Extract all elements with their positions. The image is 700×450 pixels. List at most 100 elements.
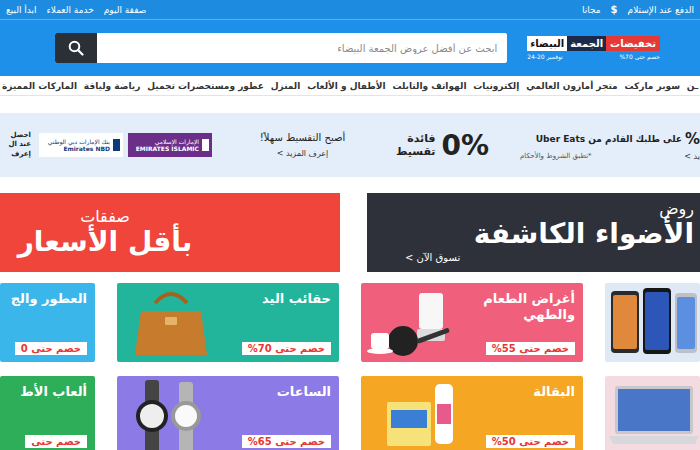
card-text: الساعاتخصم حتى 65% — [225, 376, 339, 450]
installment-more-link[interactable]: إعرف المزيد > — [277, 149, 329, 158]
bank-arabic: الإمارات الإسلامي — [136, 138, 199, 145]
uber-headline: %على طلبك القادم من Uber Eats — [500, 130, 700, 148]
dollar-icon: $ — [611, 4, 618, 15]
uber-subline: يد > *تطبق الشروط والأحكام — [500, 152, 700, 161]
bank-mark-icon — [202, 139, 209, 151]
nav-item[interactable]: إلكترونيات — [473, 81, 519, 91]
rate-word: فائدة — [396, 132, 436, 145]
logo[interactable]: تخفيضاتالجمعةالبيضاء خصم حتى 70% نوفمبر 20… — [527, 36, 660, 60]
grocery-icon — [361, 376, 469, 450]
watches-icon — [117, 376, 225, 450]
logo-word: الجمعة — [567, 36, 606, 51]
cut-promo-text: إعرف — [11, 150, 31, 159]
category-cards: أغراض الطعام والطهي خصم حتى 55% حقائب اليد… — [0, 283, 700, 450]
search-input[interactable] — [97, 33, 507, 63]
cut-promo-text: عند ال — [8, 140, 31, 149]
laptop-icon — [605, 376, 700, 450]
logo-word: البيضاء — [527, 36, 567, 51]
card-text: العطور والج خصم حتى 0 — [0, 283, 95, 362]
category-card[interactable] — [605, 283, 700, 362]
category-card[interactable]: ألعاب الأط خصم حتى — [0, 376, 95, 450]
hero-banner[interactable]: صفقاتبأقل الأسعار — [0, 193, 340, 272]
handbag-icon — [117, 283, 225, 362]
category-nav: ـن سوبر ماركت متجر أمازون العالمي إلكترونيا… — [0, 76, 700, 96]
card-picture — [117, 283, 225, 362]
nav-item[interactable]: سوبر ماركت — [625, 81, 681, 91]
bank-names: الإمارات الإسلاميEMIRATES ISLAMIC — [136, 138, 199, 152]
uber-text: على طلبك القادم من Uber Eats — [536, 134, 682, 144]
top-bar-info: الدفع عند الإستلام $ مجانا — [582, 4, 694, 15]
logo-words: تخفيضاتالجمعةالبيضاء — [527, 36, 660, 51]
nav-item[interactable]: ـن — [687, 81, 698, 91]
cut-promo-text: احصل — [10, 131, 31, 140]
logo-dates: نوفمبر 20-24 — [527, 53, 563, 60]
nav-item[interactable]: متجر أمازون العالمي — [526, 81, 618, 91]
logo-subline: خصم حتى 70% نوفمبر 20-24 — [527, 53, 660, 60]
discount-label: خصم حتى 55% — [486, 342, 575, 355]
card-picture — [605, 376, 700, 450]
card-title: الساعات — [277, 384, 331, 400]
logo-badge: تخفيضات — [606, 36, 660, 51]
nav-item[interactable]: الأطفال و الألعاب — [307, 81, 385, 91]
discount-label: خصم حتى 0 — [15, 342, 87, 355]
uber-percent: % — [685, 130, 700, 148]
card-picture — [605, 283, 700, 362]
card-picture — [117, 376, 225, 450]
hero-banner[interactable]: روضالأضواء الكاشفة تسوق الآن > — [367, 193, 700, 272]
promo-strip: %على طلبك القادم من Uber Eatsيد >*تطبق ا… — [0, 113, 700, 177]
logo-discount: خصم حتى 70% — [619, 53, 660, 60]
top-link[interactable]: خدمة العملاء — [47, 5, 94, 15]
banner-title: الأضواء الكاشفة — [405, 218, 694, 250]
card-title: ألعاب الأط — [20, 384, 87, 400]
banner-kicker: روض — [405, 199, 694, 218]
nav-item[interactable]: الماركات المميزة — [2, 81, 77, 91]
uber-promo[interactable]: %على طلبك القادم من Uber Eatsيد >*تطبق ا… — [500, 130, 700, 161]
search-bar — [55, 33, 507, 63]
installment-title: أصبح التقسيط سهلاً! — [260, 132, 345, 143]
category-card[interactable]: حقائب اليد خصم حتى 70% — [117, 283, 339, 362]
category-card[interactable] — [605, 376, 700, 450]
installment-info: أصبح التقسيط سهلاً! إعرف المزيد > — [220, 132, 385, 158]
free-shipping-link[interactable]: مجانا — [582, 5, 601, 15]
bank-logo[interactable]: الإمارات الإسلاميEMIRATES ISLAMIC — [128, 133, 212, 157]
rate-words: فائدةتقسيط — [396, 132, 436, 158]
bank-names: بنك الإمارات دبي الوطنيEmirates NBD — [48, 138, 110, 152]
card-text: ألعاب الأط خصم حتى — [0, 376, 95, 450]
cash-on-delivery-link[interactable]: الدفع عند الإستلام — [628, 5, 694, 15]
banner-link[interactable]: تسوق الآن > — [405, 252, 460, 263]
magnifier-icon — [68, 40, 84, 56]
banner-title: بأقل الأسعار — [18, 226, 193, 258]
category-card[interactable]: العطور والج خصم حتى 0 — [0, 283, 95, 362]
nav-item[interactable]: عطور ومستحضرات تجميل — [147, 81, 264, 91]
nav-item[interactable]: المنزل — [271, 81, 301, 91]
card-title: حقائب اليد — [262, 291, 331, 307]
discount-label: خصم حتى 70% — [242, 342, 331, 355]
category-card[interactable]: البقالةخصم حتى 50% — [361, 376, 583, 450]
category-card[interactable]: الساعاتخصم حتى 65% — [117, 376, 339, 450]
phones-icon — [605, 283, 700, 362]
kitchen-icon — [361, 283, 469, 362]
discount-label: خصم حتى 50% — [486, 435, 575, 448]
nav-item[interactable]: الهواتف والتابلت — [392, 81, 466, 91]
uber-terms: *تطبق الشروط والأحكام — [520, 152, 592, 160]
card-title: العطور والج — [11, 291, 87, 307]
nav-item[interactable]: رياضة ولياقة — [84, 81, 141, 91]
discount-label: خصم حتى — [25, 435, 87, 448]
card-title: أغراض الطعام والطهي — [473, 291, 575, 322]
bank-logo[interactable]: بنك الإمارات دبي الوطنيEmirates NBD — [39, 133, 123, 157]
header: تخفيضاتالجمعةالبيضاء خصم حتى 70% نوفمبر 20… — [0, 20, 700, 76]
rate-value: 0% — [441, 129, 489, 162]
top-link[interactable]: ابدأ البيع — [6, 5, 37, 15]
hero-banners: روضالأضواء الكاشفة تسوق الآن > صفقاتبأقل ا… — [0, 193, 700, 272]
top-link[interactable]: صفقة اليوم — [104, 5, 147, 15]
card-text: أغراض الطعام والطهي خصم حتى 55% — [469, 283, 583, 362]
bank-mark-icon — [113, 139, 120, 151]
card-text: حقائب اليد خصم حتى 70% — [225, 283, 339, 362]
top-bar-links: صفقة اليوم خدمة العملاء ابدأ البيع — [6, 5, 146, 15]
card-picture — [361, 376, 469, 450]
category-card[interactable]: أغراض الطعام والطهي خصم حتى 55% — [361, 283, 583, 362]
uber-more-link[interactable]: يد > — [684, 152, 700, 161]
page: الدفع عند الإستلام $ مجانا صفقة اليوم خدمة ا… — [0, 0, 700, 450]
rate-word: تقسيط — [396, 145, 436, 158]
search-button[interactable] — [55, 33, 97, 63]
